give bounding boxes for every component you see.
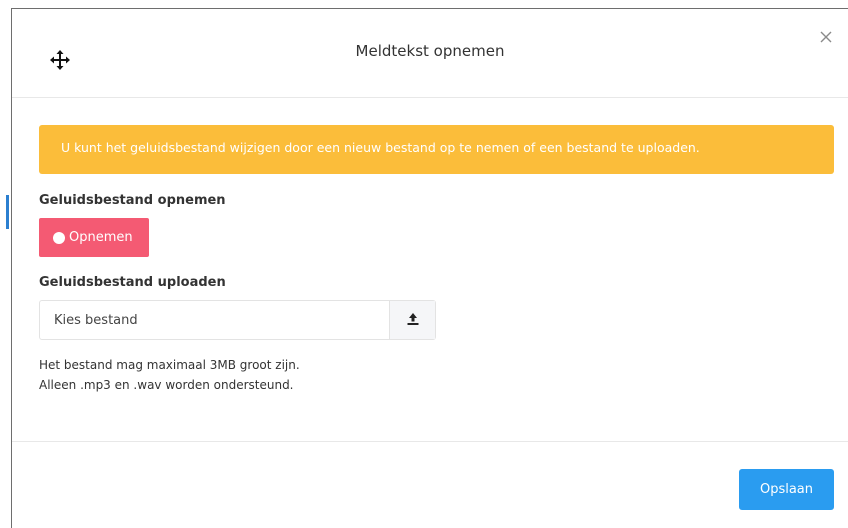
background-page-accent	[6, 195, 9, 229]
save-button[interactable]: Opslaan	[739, 469, 834, 510]
screen: Meldtekst opnemen U kunt het geluidsbest…	[0, 0, 848, 528]
upload-section-label: Geluidsbestand uploaden	[39, 275, 226, 290]
info-alert: U kunt het geluidsbestand wijzigen door …	[39, 125, 834, 174]
file-requirements-text: Het bestand mag maximaal 3MB groot zijn.…	[39, 355, 834, 395]
record-dot-icon	[53, 231, 65, 244]
record-button-label: Opnemen	[69, 230, 133, 245]
help-line-format: Alleen .mp3 en .wav worden ondersteund.	[39, 378, 294, 392]
close-icon[interactable]	[818, 29, 834, 45]
upload-button[interactable]	[389, 301, 435, 339]
dialog-body: U kunt het geluidsbestand wijzigen door …	[12, 98, 848, 395]
upload-icon	[406, 311, 420, 330]
record-message-dialog: Meldtekst opnemen U kunt het geluidsbest…	[11, 8, 848, 528]
record-button[interactable]: Opnemen	[39, 218, 149, 257]
dialog-footer: Opslaan	[12, 441, 848, 528]
dialog-title: Meldtekst opnemen	[355, 42, 505, 60]
file-upload-group: Kies bestand	[39, 300, 436, 340]
help-line-size: Het bestand mag maximaal 3MB groot zijn.	[39, 358, 300, 372]
record-section-label: Geluidsbestand opnemen	[39, 193, 226, 208]
dialog-header: Meldtekst opnemen	[12, 9, 848, 98]
file-input[interactable]: Kies bestand	[40, 301, 389, 339]
